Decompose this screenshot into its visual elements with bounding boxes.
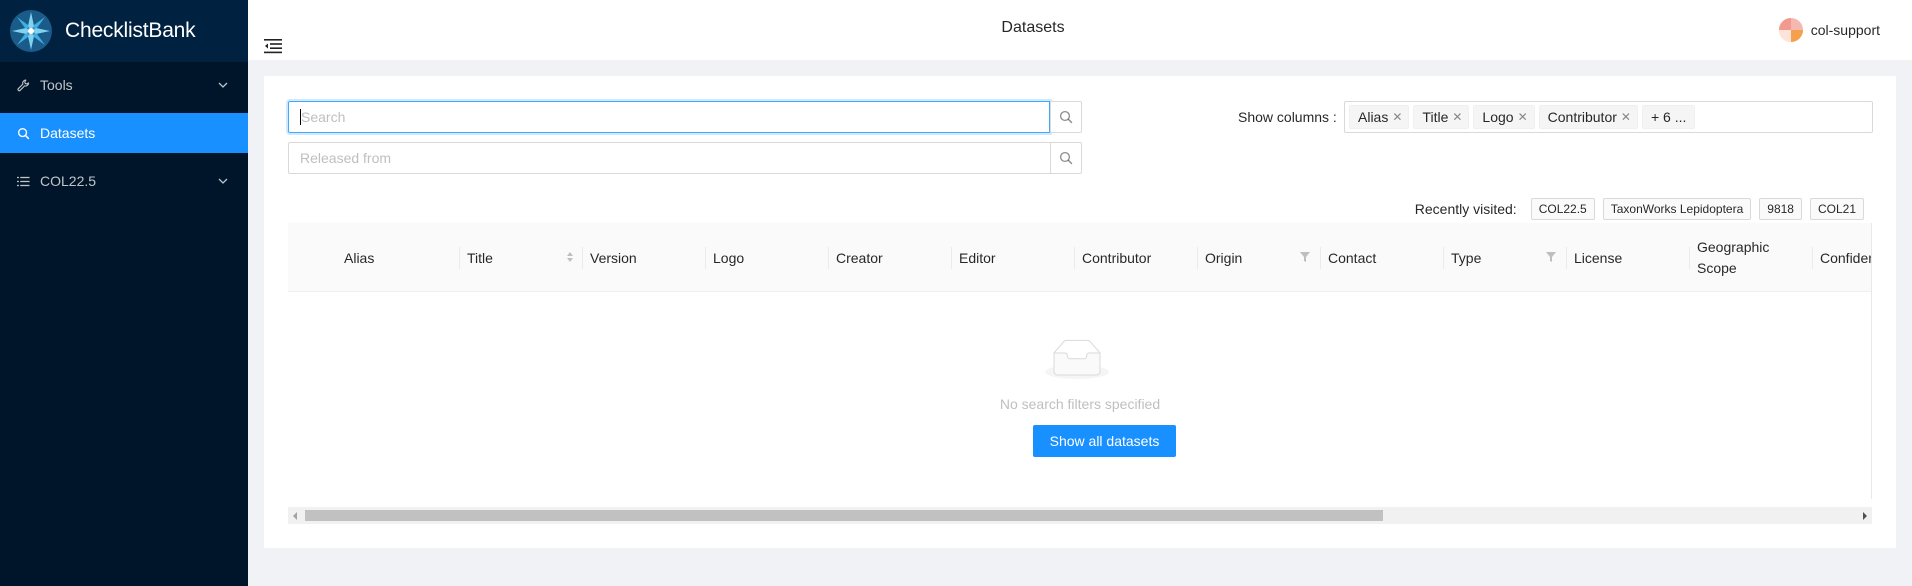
search-input[interactable]: Search: [288, 101, 1050, 133]
empty-message: No search filters specified: [999, 396, 1161, 412]
menu-fold-icon[interactable]: [264, 38, 282, 54]
checklistbank-logo-icon: [10, 10, 52, 52]
datasets-card: Search Released from Show columns : Alia…: [264, 76, 1896, 548]
column-header-license[interactable]: License: [1566, 223, 1689, 292]
sidebar-item-datasets[interactable]: Datasets: [0, 113, 248, 153]
released-from-placeholder: Released from: [300, 150, 392, 166]
sidebar-item-label: COL22.5: [40, 173, 97, 189]
recently-visited-label: Recently visited:: [1414, 201, 1517, 217]
close-icon[interactable]: ✕: [1392, 110, 1402, 124]
close-icon[interactable]: ✕: [1621, 110, 1631, 124]
search-icon: [1059, 151, 1073, 165]
sidebar-item-label: Tools: [40, 77, 73, 93]
horizontal-scrollbar[interactable]: [288, 507, 1872, 524]
table-right-edge: [1871, 223, 1872, 499]
column-tag-alias: Alias ✕: [1349, 105, 1410, 129]
column-header-alias[interactable]: Alias: [336, 223, 451, 292]
recent-tag[interactable]: COL22.5: [1530, 198, 1595, 220]
search-placeholder: Search: [301, 109, 346, 125]
column-tag-contributor: Contributor ✕: [1538, 105, 1638, 129]
list-icon: [16, 174, 30, 188]
search-icon: [1059, 110, 1073, 124]
column-header-title[interactable]: Title: [459, 223, 582, 292]
page-title: Datasets: [1001, 19, 1065, 36]
avatar: [1778, 18, 1803, 42]
username: col-support: [1810, 22, 1880, 38]
table-empty-state: No search filters specified Show all dat…: [288, 292, 1872, 492]
search-group: Search: [288, 101, 1082, 133]
scroll-left-arrow-icon[interactable]: [293, 512, 297, 520]
scrollbar-thumb[interactable]: [305, 510, 1383, 521]
datasets-table: Alias Title Version Logo Creator Editor …: [288, 223, 1872, 499]
show-all-datasets-button[interactable]: Show all datasets: [1033, 425, 1176, 457]
show-columns-label: Show columns :: [1238, 109, 1337, 125]
top-header: Datasets col-support: [248, 0, 1912, 60]
column-tag-logo: Logo ✕: [1473, 105, 1535, 129]
close-icon[interactable]: ✕: [1452, 110, 1462, 124]
column-header-contact[interactable]: Contact: [1320, 223, 1443, 292]
table-header: Alias Title Version Logo Creator Editor …: [288, 223, 1872, 292]
column-header-geographic-scope[interactable]: Geographic Scope: [1689, 223, 1812, 292]
app-logo[interactable]: ChecklistBank: [0, 0, 248, 62]
chevron-down-icon: [218, 178, 228, 184]
scroll-right-arrow-icon[interactable]: [1863, 512, 1867, 520]
released-from-group: Released from: [288, 142, 1082, 174]
column-header-confidence[interactable]: Confiden: [1812, 223, 1872, 292]
search-icon: [16, 126, 30, 140]
column-header-version[interactable]: Version: [582, 223, 705, 292]
column-header-creator[interactable]: Creator: [828, 223, 951, 292]
filter-icon[interactable]: [1546, 252, 1556, 262]
chevron-down-icon: [218, 82, 228, 88]
show-columns-select[interactable]: Alias ✕ Title ✕ Logo ✕ Contributor ✕ + 6 ...: [1344, 101, 1873, 133]
column-header-origin[interactable]: Origin: [1197, 223, 1320, 292]
recent-tag[interactable]: TaxonWorks Lepidoptera: [1602, 198, 1752, 220]
tool-icon: [16, 78, 30, 92]
column-header-logo[interactable]: Logo: [705, 223, 828, 292]
released-from-search-button[interactable]: [1050, 142, 1082, 174]
filter-icon[interactable]: [1300, 252, 1310, 262]
sort-icon[interactable]: [566, 251, 574, 263]
app-name: ChecklistBank: [65, 19, 196, 42]
empty-inbox-icon: [1045, 339, 1109, 379]
sidebar: ChecklistBank Tools Datasets COL22.5: [0, 0, 248, 586]
sidebar-item-label: Datasets: [40, 125, 96, 141]
search-button[interactable]: [1050, 101, 1082, 133]
close-icon[interactable]: ✕: [1518, 110, 1528, 124]
sidebar-item-col22-5[interactable]: COL22.5: [0, 161, 248, 201]
released-from-input[interactable]: Released from: [288, 142, 1050, 174]
recent-tag[interactable]: COL21: [1809, 198, 1864, 220]
sidebar-item-tools[interactable]: Tools: [0, 65, 248, 105]
user-menu[interactable]: col-support: [1778, 18, 1880, 42]
column-header-type[interactable]: Type: [1443, 223, 1566, 292]
recently-visited: Recently visited: COL22.5 TaxonWorks Lep…: [264, 198, 1864, 220]
column-header-editor[interactable]: Editor: [951, 223, 1074, 292]
recent-tag[interactable]: 9818: [1759, 198, 1802, 220]
column-tag-title: Title ✕: [1413, 105, 1470, 129]
column-header-contributor[interactable]: Contributor: [1074, 223, 1197, 292]
column-tag-more: + 6 ...: [1641, 105, 1696, 129]
